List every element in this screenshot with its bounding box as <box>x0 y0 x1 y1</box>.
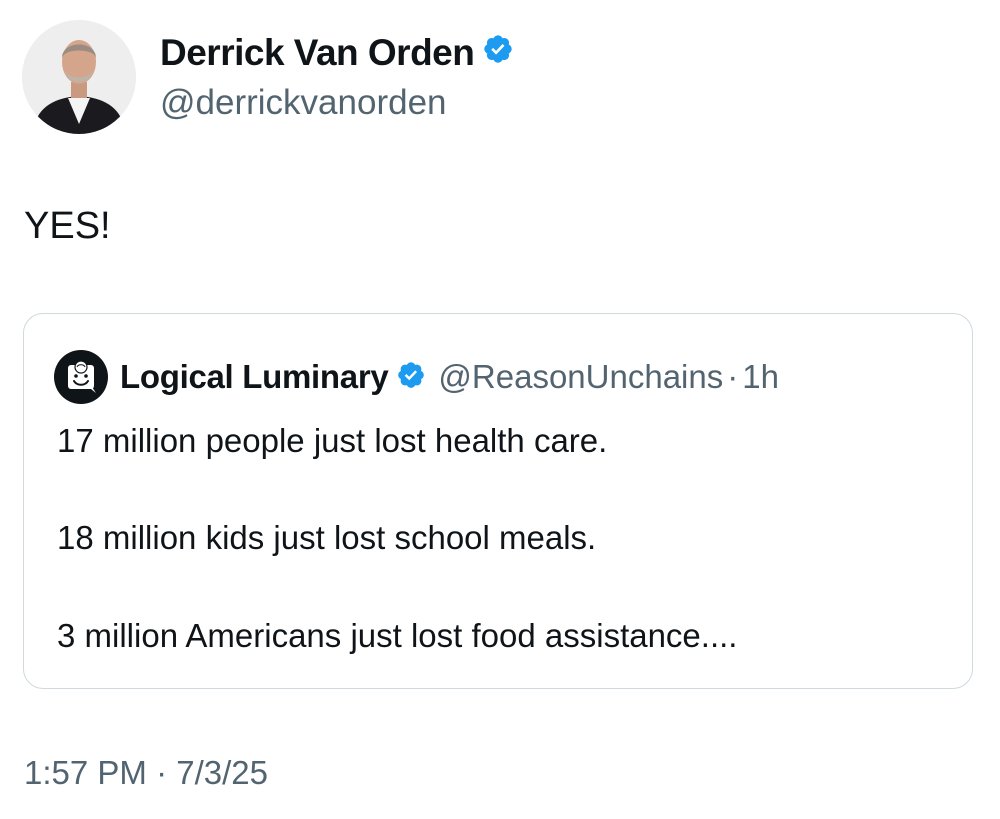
quoted-tweet-line-1: 17 million people just lost health care. <box>57 422 608 459</box>
author-display-name-row[interactable]: Derrick Van Orden <box>160 32 514 74</box>
tweet-timestamp[interactable]: 1:57 PM · 7/3/25 <box>24 754 268 792</box>
quoted-tweet-header: Logical Luminary @ReasonUnchains · 1h <box>54 350 779 404</box>
smiley-brain-icon <box>68 360 96 393</box>
timestamp-separator: · <box>156 754 168 791</box>
quoted-author-avatar[interactable] <box>54 350 108 404</box>
quoted-verified-badge-icon <box>396 360 426 395</box>
quoted-tweet-line-2: 18 million kids just lost school meals. <box>57 519 597 556</box>
author-avatar[interactable] <box>22 20 136 134</box>
verified-badge-icon <box>482 32 514 74</box>
author-handle[interactable]: @derrickvanorden <box>160 83 447 123</box>
quoted-tweet-time[interactable]: 1h <box>742 358 779 396</box>
quoted-tweet-card[interactable]: Logical Luminary @ReasonUnchains · 1h 17… <box>23 313 973 689</box>
tweet-text: YES! <box>24 205 111 247</box>
quoted-separator-dot: · <box>727 358 739 395</box>
quoted-author-handle[interactable]: @ReasonUnchains <box>438 358 723 396</box>
tweet-date[interactable]: 7/3/25 <box>176 754 268 791</box>
tweet-time[interactable]: 1:57 PM <box>24 754 147 791</box>
quoted-tweet-line-3: 3 million Americans just lost food assis… <box>57 617 738 654</box>
author-display-name[interactable]: Derrick Van Orden <box>160 32 475 74</box>
quoted-author-name[interactable]: Logical Luminary <box>120 358 389 396</box>
